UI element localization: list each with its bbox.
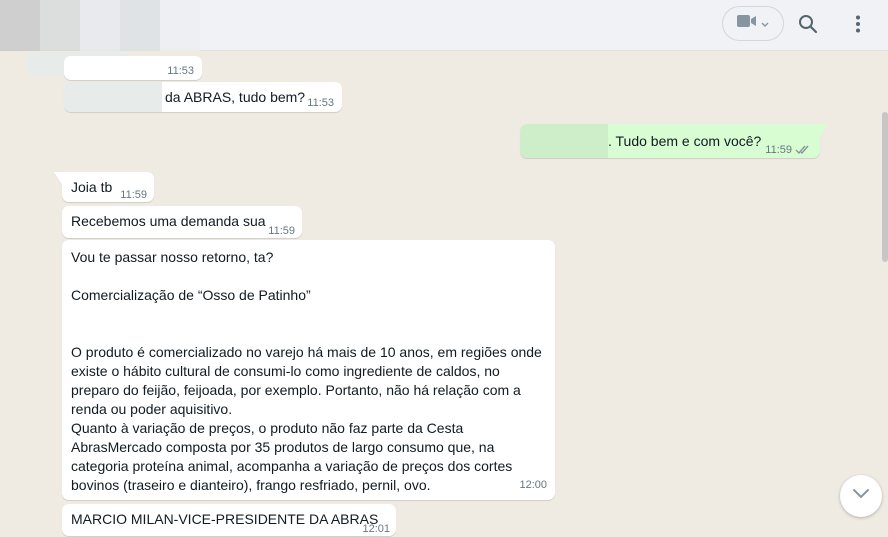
redacted-area xyxy=(64,82,162,112)
search-icon[interactable] xyxy=(796,12,820,36)
message-time: 11:59 xyxy=(765,144,792,156)
message-bubble-incoming[interactable]: MARCIO MILAN-VICE-PRESIDENTE DA ABRAS 12… xyxy=(62,504,396,536)
message-bubble-outgoing[interactable]: . Tudo bem e com você? 11:59 xyxy=(520,124,820,158)
message-bubble-incoming[interactable]: 11:53 xyxy=(64,56,202,80)
message-text: MARCIO MILAN-VICE-PRESIDENTE DA ABRAS xyxy=(71,511,379,527)
message-time: 12:00 xyxy=(519,479,547,491)
message-time: 12:01 xyxy=(362,523,390,535)
bubble-tail-incoming xyxy=(54,172,62,184)
chevron-down-icon xyxy=(852,487,870,505)
message-list[interactable]: 11:53 da ABRAS, tudo bem? 11:53 . Tudo b… xyxy=(0,52,888,537)
scrollbar[interactable] xyxy=(882,112,888,262)
message-text: Vou te passar nosso retorno, ta? Comerci… xyxy=(71,249,542,493)
message-time: 11:53 xyxy=(307,97,334,109)
message-text: Recebemos uma demanda sua xyxy=(71,213,266,229)
message-time: 11:59 xyxy=(120,189,147,201)
video-camera-icon xyxy=(737,14,757,33)
scroll-to-bottom-button[interactable] xyxy=(840,475,882,517)
message-text: Joia tb xyxy=(71,179,113,195)
chat-header xyxy=(0,0,888,51)
message-time: 11:59 xyxy=(268,225,295,237)
kebab-menu-icon[interactable] xyxy=(846,12,870,36)
message-text: . Tudo bem e com você? xyxy=(608,133,762,149)
message-bubble-incoming[interactable]: Joia tb 11:59 xyxy=(62,172,154,202)
chevron-down-icon xyxy=(761,15,769,33)
message-bubble-incoming[interactable]: Vou te passar nosso retorno, ta? Comerci… xyxy=(62,240,555,500)
message-bubble-incoming[interactable]: Recebemos uma demanda sua 11:59 xyxy=(62,206,302,238)
message-bubble-incoming[interactable]: da ABRAS, tudo bem? 11:53 xyxy=(64,82,342,112)
message-text: da ABRAS, tudo bem? xyxy=(165,89,306,105)
message-time: 11:53 xyxy=(167,65,194,77)
video-call-button[interactable] xyxy=(722,6,784,41)
read-receipt-icon xyxy=(795,141,811,160)
bubble-tail-outgoing xyxy=(820,124,828,136)
contact-info-blurred[interactable] xyxy=(0,0,200,51)
redacted-area xyxy=(520,124,608,158)
